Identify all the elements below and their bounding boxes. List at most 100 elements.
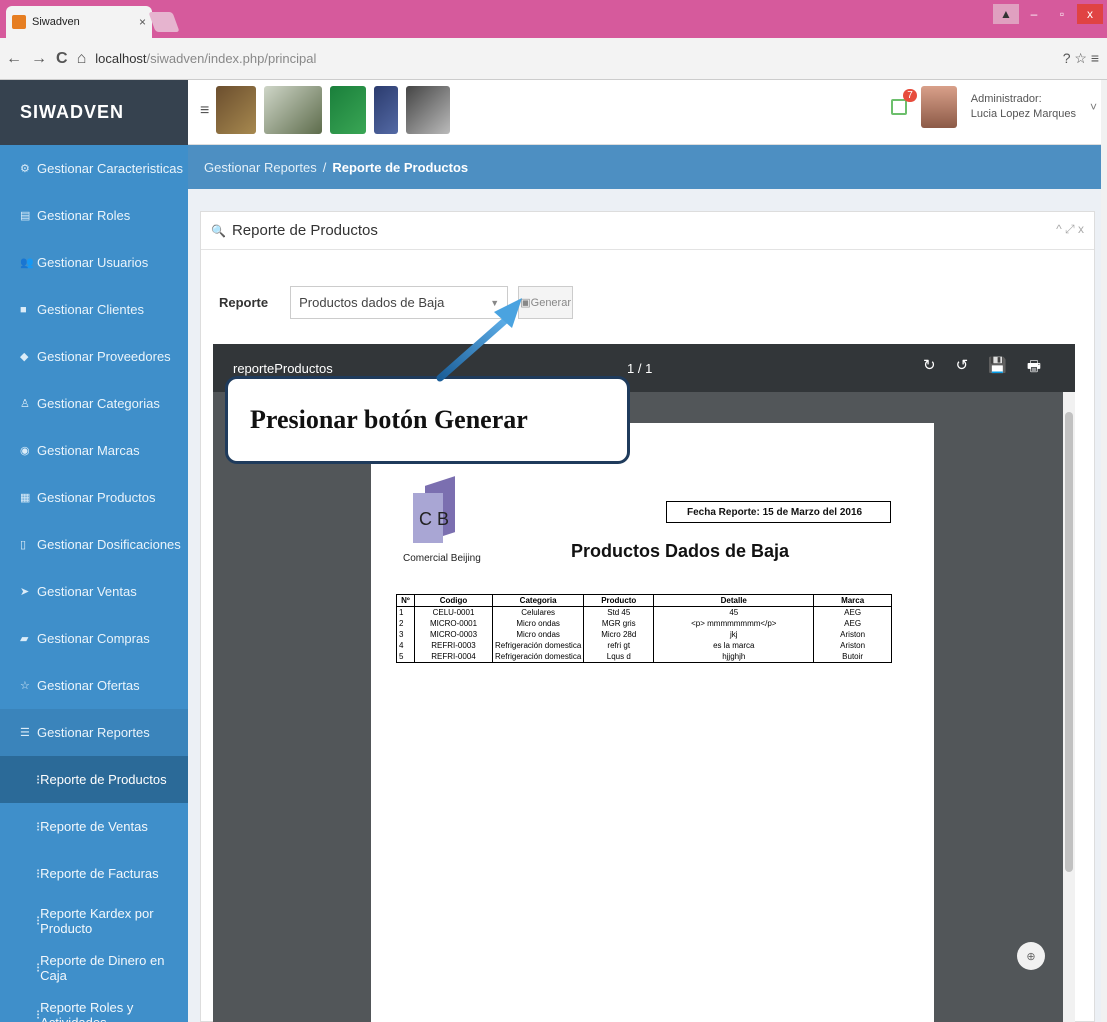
home-icon[interactable]: ⌂ (77, 50, 87, 68)
cell-categoria: Micro ondas (491, 618, 585, 629)
reload-icon[interactable]: C (56, 50, 68, 68)
minimize-button[interactable]: – (1021, 4, 1047, 24)
user-role: Administrador: (970, 93, 1042, 105)
rotate-left-icon[interactable]: ↺ (956, 356, 969, 381)
new-tab-button[interactable] (148, 12, 180, 32)
sidebar-item-clientes[interactable]: ■ Gestionar Clientes (0, 286, 188, 333)
back-icon[interactable]: ← (6, 50, 22, 68)
cell-codigo: MICRO-0003 (414, 629, 493, 640)
avatar[interactable] (920, 86, 957, 128)
sidebar-subitem-reporte-ventas[interactable]: ⁝ Reporte de Ventas (0, 803, 188, 850)
cell-categoria: Refrigeración domestica (491, 651, 585, 663)
col-categoria: Categoria (491, 594, 585, 607)
calendar-icon[interactable]: 7 (890, 89, 917, 115)
col-producto: Producto (583, 594, 655, 607)
pdf-scrollbar[interactable] (1063, 392, 1075, 1022)
sidebar-subitem-label: Reporte Kardex por Producto (40, 905, 154, 936)
panel-tools-icons[interactable]: ^ ⤢ x (1056, 222, 1084, 237)
sidebar-item-categorias[interactable]: ♙ Gestionar Categorias (0, 380, 188, 427)
sidebar-item-label: Gestionar Clientes (37, 302, 144, 317)
users-icon: 👥 (20, 257, 34, 269)
tab-close-icon[interactable]: × (139, 15, 146, 29)
rotate-right-icon[interactable]: ↻ (923, 356, 936, 381)
sidebar-item-proveedores[interactable]: ◆ Gestionar Proveedores (0, 333, 188, 380)
chevron-down-icon[interactable]: ˅ (1090, 100, 1097, 114)
sidebar-item-dosificaciones[interactable]: ▯ Gestionar Dosificaciones (0, 521, 188, 568)
sidebar-subitem-label: Reporte de Dinero en Caja (40, 952, 165, 983)
products-icon: ▦ (20, 492, 31, 504)
forward-icon[interactable]: → (31, 50, 47, 68)
product-thumb-phones (406, 86, 450, 134)
report-form: Reporte Productos dados de Baja ▼ ▣ Gener… (219, 286, 574, 319)
cell-marca: Ariston (813, 640, 892, 651)
pdf-page: C B Comercial Beijing Fecha Reporte: 15 … (371, 423, 934, 1022)
generate-label: Generar (530, 296, 571, 309)
menu-toggle-icon[interactable]: ≡ (200, 102, 209, 120)
url-field[interactable]: localhost /siwadven/index.php/principal (95, 45, 1095, 73)
sidebar-item-roles[interactable]: ▤ Gestionar Roles (0, 192, 188, 239)
sidebar-subitem-reporte-kardex[interactable]: ⁝ Reporte Kardex por Producto (0, 897, 188, 944)
table-row: 3 MICRO-0003 Micro ondas Micro 28d jkj A… (396, 629, 892, 640)
table-row: 2 MICRO-0001 Micro ondas MGR gris <p> mm… (396, 618, 892, 629)
page-scrollbar[interactable] (1101, 80, 1107, 1022)
gear-icon: ⚙ (20, 163, 30, 175)
sidebar-item-ventas[interactable]: ➤ Gestionar Ventas (0, 568, 188, 615)
sales-icon: ➤ (20, 586, 30, 598)
sidebar-subitem-reporte-facturas[interactable]: ⁝ Reporte de Facturas (0, 850, 188, 897)
table-row: 1 CELU-0001 Celulares Std 45 45 AEG (396, 606, 892, 618)
cell-producto: refri gt (583, 640, 655, 651)
user-name: Lucia Lopez Marques (970, 108, 1076, 120)
main-content: Gestionar Reportes / Reporte de Producto… (188, 145, 1107, 1022)
suppliers-icon: ◆ (20, 351, 29, 363)
sidebar-item-label: Gestionar Categorias (37, 396, 160, 411)
report-select[interactable]: Productos dados de Baja ▼ (290, 286, 509, 319)
col-marca: Marca (813, 594, 892, 607)
sidebar-subitem-reporte-productos[interactable]: ⁝ Reporte de Productos (0, 756, 188, 803)
browser-tab[interactable]: Siwadven × (6, 6, 152, 38)
profile-icon[interactable]: ▲ (993, 4, 1019, 24)
company-logo: C B (413, 476, 463, 543)
panel-title: Reporte de Productos (231, 222, 378, 239)
sidebar-subitem-label: Reporte de Productos (40, 772, 167, 787)
user-info[interactable]: Administrador: Lucia Lopez Marques (971, 92, 1076, 122)
user-area: 7 Administrador: Lucia Lopez Marques ˅ (890, 86, 1097, 128)
breadcrumb-parent[interactable]: Gestionar Reportes (204, 160, 317, 175)
sidebar-item-caracteristicas[interactable]: ⚙ Gestionar Caracteristicas (0, 145, 188, 192)
cell-producto: MGR gris (583, 618, 655, 629)
print-icon[interactable]: 🖶 (1027, 356, 1041, 381)
col-num: Nº (396, 594, 415, 607)
sidebar-item-ofertas[interactable]: ☆ Gestionar Ofertas (0, 662, 188, 709)
star-icon: ☆ (20, 680, 30, 692)
sidebar-item-usuarios[interactable]: 👥 Gestionar Usuarios (0, 239, 188, 286)
browser-menu-icons[interactable]: ? ☆ ≡ (1063, 50, 1099, 67)
zoom-fab-icon[interactable]: ⊕ (1017, 942, 1045, 970)
cell-codigo: REFRI-0004 (414, 651, 493, 663)
close-button[interactable]: x (1077, 4, 1103, 24)
sidebar-item-marcas[interactable]: ◉ Gestionar Marcas (0, 427, 188, 474)
sidebar-item-compras[interactable]: ▰ Gestionar Compras (0, 615, 188, 662)
sidebar-subitem-label: Reporte de Ventas (40, 819, 148, 834)
cell-detalle: 45 (653, 606, 815, 618)
clients-icon: ■ (20, 303, 27, 316)
cell-detalle: <p> mmmmmmmm</p> (653, 618, 815, 629)
report-label: Reporte (219, 295, 269, 310)
brand-logo[interactable]: SIWADVEN (0, 80, 188, 145)
maximize-button[interactable]: ▫ (1049, 4, 1075, 24)
sidebar-item-reportes[interactable]: ☰ Gestionar Reportes (0, 709, 188, 756)
table-row: 5 REFRI-0004 Refrigeración domestica Lqu… (396, 651, 892, 663)
address-bar: ← → C ⌂ localhost /siwadven/index.php/pr… (0, 38, 1107, 80)
sidebar-item-label: Gestionar Marcas (37, 443, 140, 458)
cell-marca: AEG (813, 618, 892, 629)
sidebar-subitem-reporte-caja[interactable]: ⁝ Reporte de Dinero en Caja (0, 944, 188, 991)
product-thumb-frame (216, 86, 256, 134)
sidebar-subitem-label: Reporte de Facturas (40, 866, 159, 881)
cell-codigo: CELU-0001 (414, 606, 493, 618)
download-icon[interactable]: 💾 (988, 356, 1007, 381)
cell-marca: Ariston (813, 629, 892, 640)
scrollbar-thumb[interactable] (1065, 412, 1073, 872)
sidebar-item-productos[interactable]: ▦ Gestionar Productos (0, 474, 188, 521)
sidebar-subitem-reporte-roles[interactable]: ⁝ Reporte Roles y Actividades (0, 991, 188, 1022)
window-controls: ▲ – ▫ x (993, 4, 1103, 24)
sidebar: ⚙ Gestionar Caracteristicas ▤ Gestionar Ro… (0, 145, 188, 1022)
generate-button[interactable]: ▣ Generar (518, 286, 574, 319)
